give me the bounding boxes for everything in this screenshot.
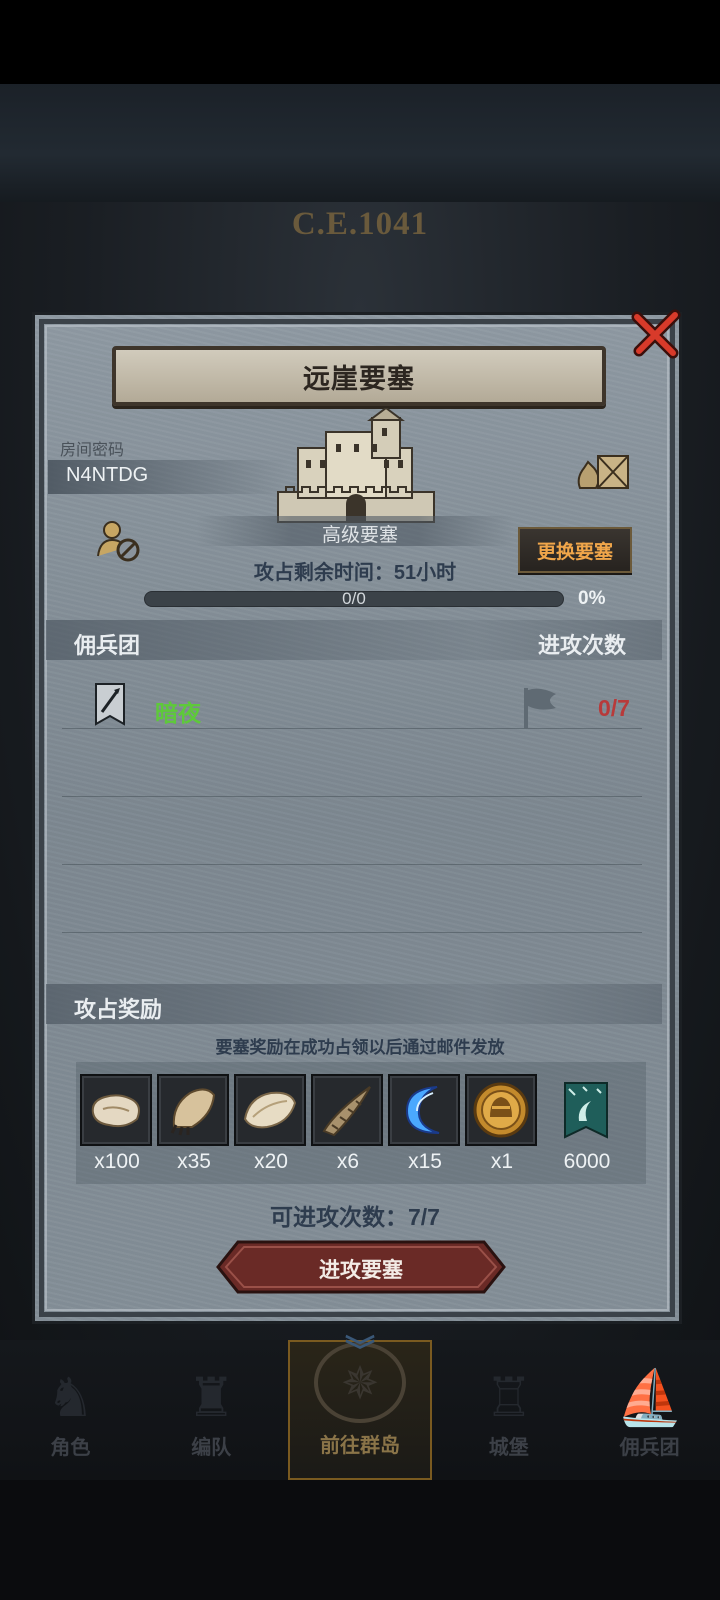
reward-slot: [550, 1074, 622, 1146]
reward-slot: [80, 1074, 152, 1146]
nav-label: 编队: [191, 1437, 232, 1459]
reward-item[interactable]: x100: [80, 1074, 154, 1174]
capture-progress-bar: 0/0: [144, 589, 564, 608]
reward-slot: [311, 1074, 383, 1146]
attack-count-title: 进攻次数: [538, 633, 627, 658]
close-button[interactable]: [628, 306, 684, 362]
reward-item[interactable]: x6: [311, 1074, 385, 1174]
reward-bag-icon[interactable]: [574, 448, 632, 492]
row-divider: [62, 932, 642, 933]
claw-pelt-icon: [170, 1088, 216, 1136]
fortress-castle-image: [277, 408, 435, 523]
mercenary-section-title: 佣兵团: [74, 633, 141, 658]
chevron-down-icon: ︾: [344, 1335, 375, 1368]
helmet-coin-icon: [473, 1082, 529, 1138]
remaining-time: 攻占剩余时间：51小时: [253, 562, 457, 584]
nav-item-islands[interactable]: ︾ ✵ 前往群岛: [287, 1335, 433, 1480]
row-divider: [62, 796, 642, 797]
nav-label: 前往群岛: [319, 1435, 400, 1457]
room-code: N4NTDG: [66, 464, 149, 486]
row-divider: [62, 728, 642, 729]
reward-quantity: x35: [177, 1150, 211, 1173]
nav-label: 角色: [50, 1437, 91, 1459]
reward-quantity: x15: [408, 1150, 442, 1173]
crescent-moon-icon: [405, 1086, 440, 1134]
reward-item[interactable]: x1: [465, 1074, 539, 1174]
reward-slot: [388, 1074, 460, 1146]
reward-quantity: x1: [490, 1150, 514, 1173]
reward-item[interactable]: x15: [388, 1074, 462, 1174]
room-code-label: 房间密码: [60, 442, 125, 459]
status-bar-area: [0, 0, 720, 84]
attack-fortress-button[interactable]: 进攻要塞: [216, 1240, 506, 1294]
nav-label: 城堡: [488, 1437, 529, 1459]
mercenary-attack-count: 0/7: [598, 695, 630, 721]
reward-item[interactable]: x35: [157, 1074, 231, 1174]
horn-icon: [322, 1086, 371, 1137]
flag-icon: [524, 688, 556, 728]
era-year: C.E.1041: [291, 206, 429, 242]
rewards-section-title: 攻占奖励: [74, 997, 163, 1022]
reward-item[interactable]: x20: [234, 1074, 308, 1174]
progress-text: 0/0: [342, 589, 366, 608]
hide-icon: [91, 1094, 140, 1128]
bottom-nav: ♞ 角色 ♜ 编队 ︾ ✵ 前往群岛 ♖ 城堡 ⛵ 佣兵团: [0, 1335, 720, 1480]
mercenary-name[interactable]: 暗夜: [155, 694, 201, 728]
dialog-title: 远崖要塞: [303, 363, 415, 394]
reward-slot: [157, 1074, 229, 1146]
bottom-letterbox: [0, 1480, 720, 1600]
nav-label: 佣兵团: [619, 1437, 680, 1459]
team-icon: ♜: [186, 1366, 236, 1429]
close-icon: [631, 309, 681, 359]
reward-quantity: x6: [336, 1150, 360, 1173]
nav-item-castle[interactable]: ♖ 城堡: [438, 1340, 579, 1480]
reward-quantity: 6000: [563, 1150, 611, 1173]
header-band: [0, 84, 720, 202]
knight-icon: ♞: [46, 1366, 95, 1429]
reward-quantity: x20: [254, 1150, 288, 1173]
title-banner: 远崖要塞: [112, 346, 606, 406]
progress-percent: 0%: [578, 588, 606, 609]
reward-quantity: x100: [94, 1150, 140, 1173]
row-divider: [62, 864, 642, 865]
reward-slot: [465, 1074, 537, 1146]
mercenary-banner-icon: [95, 683, 125, 726]
reward-slot: [234, 1074, 306, 1146]
reward-item[interactable]: 6000: [550, 1074, 624, 1174]
nav-item-team[interactable]: ♜ 编队: [141, 1340, 282, 1480]
guild-banner-icon: [564, 1082, 608, 1139]
ship-icon: ⛵: [615, 1366, 684, 1429]
attacks-remaining: 可进攻次数：7/7: [270, 1204, 440, 1230]
rewards-note: 要塞奖励在成功占领以后通过邮件发放: [215, 1038, 505, 1057]
nav-item-mercenary[interactable]: ⛵ 佣兵团: [579, 1340, 720, 1480]
fur-icon: [243, 1091, 297, 1129]
nav-item-character[interactable]: ♞ 角色: [0, 1340, 141, 1480]
attack-fortress-label: 进攻要塞: [319, 1259, 403, 1282]
castle-icon: ♖: [484, 1366, 533, 1429]
